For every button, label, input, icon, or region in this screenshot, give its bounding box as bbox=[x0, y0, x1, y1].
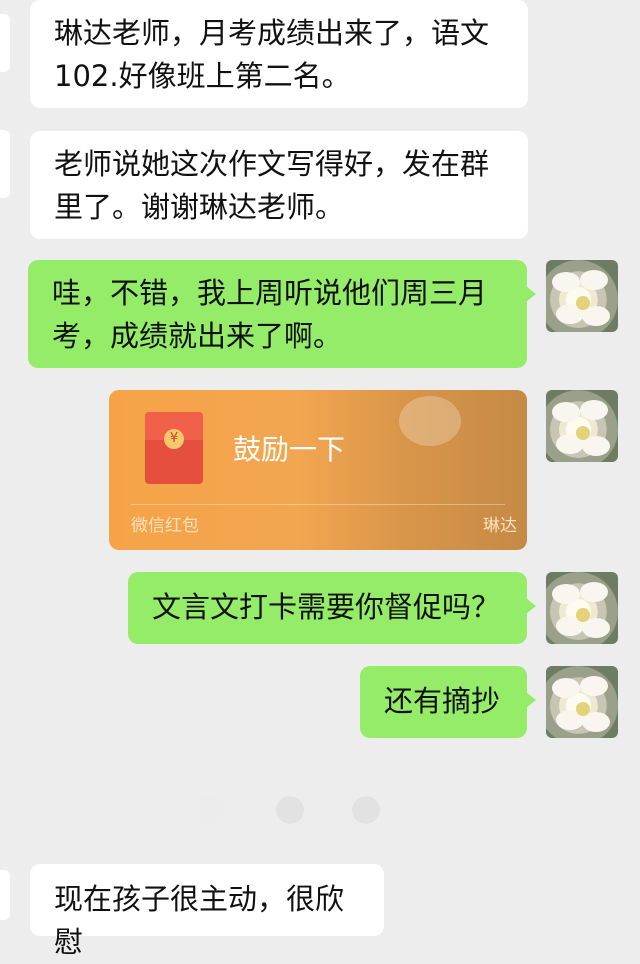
user-avatar[interactable] bbox=[546, 666, 618, 738]
faint-dot bbox=[196, 796, 224, 824]
message-bubble-outgoing[interactable]: 哇，不错，我上周听说他们周三月考，成绩就出来了啊。 bbox=[28, 260, 536, 368]
message-bubble-incoming[interactable]: 琳达老师，月考成绩出来了，语文102.好像班上第二名。 bbox=[30, 0, 528, 108]
divider bbox=[131, 504, 505, 505]
user-avatar[interactable] bbox=[546, 572, 618, 644]
message-text: 哇，不错，我上周听说他们周三月考，成绩就出来了啊。 bbox=[52, 276, 488, 353]
message-text: 文言文打卡需要你督促吗？ bbox=[152, 590, 501, 624]
message-bubble-incoming[interactable]: 老师说她这次作文写得好，发在群里了。谢谢琳达老师。 bbox=[30, 131, 528, 239]
message-text: 现在孩子很主动，很欣慰 bbox=[54, 882, 345, 959]
user-avatar[interactable] bbox=[546, 260, 618, 332]
message-text: 琳达老师，月考成绩出来了，语文102.好像班上第二名。 bbox=[54, 16, 490, 93]
faint-dot bbox=[276, 796, 304, 824]
user-avatar[interactable] bbox=[546, 390, 618, 462]
red-packet-title: 鼓励一下 bbox=[233, 433, 346, 466]
red-packet-decoration bbox=[399, 396, 461, 446]
message-text: 老师说她这次作文写得好，发在群里了。谢谢琳达老师。 bbox=[54, 147, 490, 224]
message-bubble-outgoing[interactable]: 还有摘抄 bbox=[360, 666, 536, 738]
left-edge-stub bbox=[0, 870, 10, 920]
faint-dot bbox=[352, 796, 380, 824]
coin-icon: ¥ bbox=[164, 429, 184, 449]
red-packet-sender: 琳达 bbox=[483, 516, 517, 536]
message-bubble-incoming[interactable]: 现在孩子很主动，很欣慰 bbox=[30, 864, 384, 959]
red-packet-card[interactable]: ¥ 鼓励一下 微信红包 琳达 bbox=[109, 390, 527, 550]
message-text: 还有摘抄 bbox=[384, 684, 501, 718]
red-envelope-icon: ¥ bbox=[145, 412, 203, 484]
left-edge-stub bbox=[0, 130, 10, 198]
red-packet-source: 微信红包 bbox=[131, 516, 199, 536]
left-edge-stub bbox=[0, 14, 10, 72]
message-bubble-outgoing[interactable]: 文言文打卡需要你督促吗？ bbox=[128, 572, 536, 644]
